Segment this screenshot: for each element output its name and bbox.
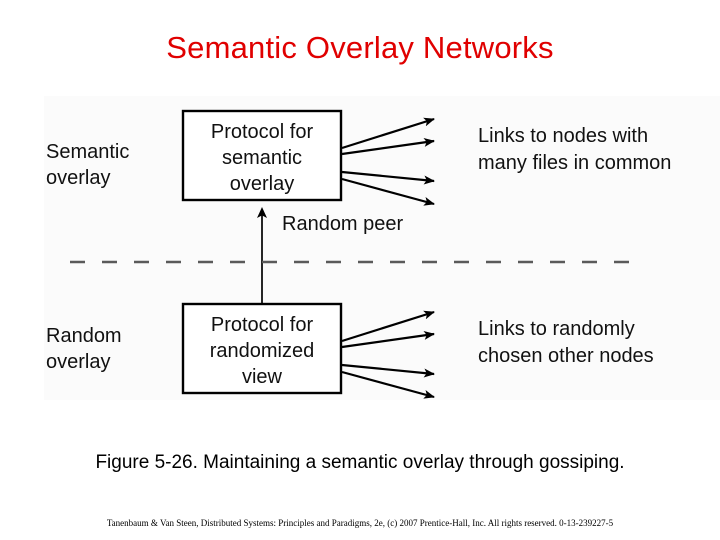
randomized-protocol-box-line2: randomized <box>210 340 315 362</box>
randomized-protocol-box-line3: view <box>242 366 283 388</box>
copyright-notice: Tanenbaum & Van Steen, Distributed Syste… <box>106 518 614 528</box>
randomized-protocol-box-line1: Protocol for <box>211 314 314 336</box>
semantic-protocol-box-line3: overlay <box>230 173 294 195</box>
semantic-overlay-label-line1: Semantic <box>46 141 129 163</box>
random-peer-label: Random peer <box>282 213 404 235</box>
random-overlay-label-line1: Random <box>46 325 122 347</box>
page-title: Semantic Overlay Networks <box>166 30 554 65</box>
random-overlay-label-line2: overlay <box>46 351 110 373</box>
semantic-overlay-label-line2: overlay <box>46 167 110 189</box>
semantic-link-arrow-4 <box>341 177 435 206</box>
semantic-protocol-box-line1: Protocol for <box>211 121 314 143</box>
random-link-arrow-3 <box>341 363 435 378</box>
figure-caption: Figure 5-26. Maintaining a semantic over… <box>95 452 625 473</box>
semantic-link-arrow-3 <box>341 170 435 185</box>
semantic-links-label-line2: many files in common <box>478 152 671 174</box>
random-links-label-line2: chosen other nodes <box>478 345 654 367</box>
random-links-label-line1: Links to randomly <box>478 318 635 340</box>
semantic-overlay-diagram: Semantic overlay Protocol for semantic o… <box>46 109 671 399</box>
random-link-arrow-4 <box>341 370 435 399</box>
semantic-protocol-box-line2: semantic <box>222 147 302 169</box>
slide-canvas: Semantic Overlay Networks Semantic overl… <box>0 0 720 540</box>
semantic-links-label-line1: Links to nodes with <box>478 125 648 147</box>
figure-panel: Semantic overlay Protocol for semantic o… <box>44 96 720 400</box>
